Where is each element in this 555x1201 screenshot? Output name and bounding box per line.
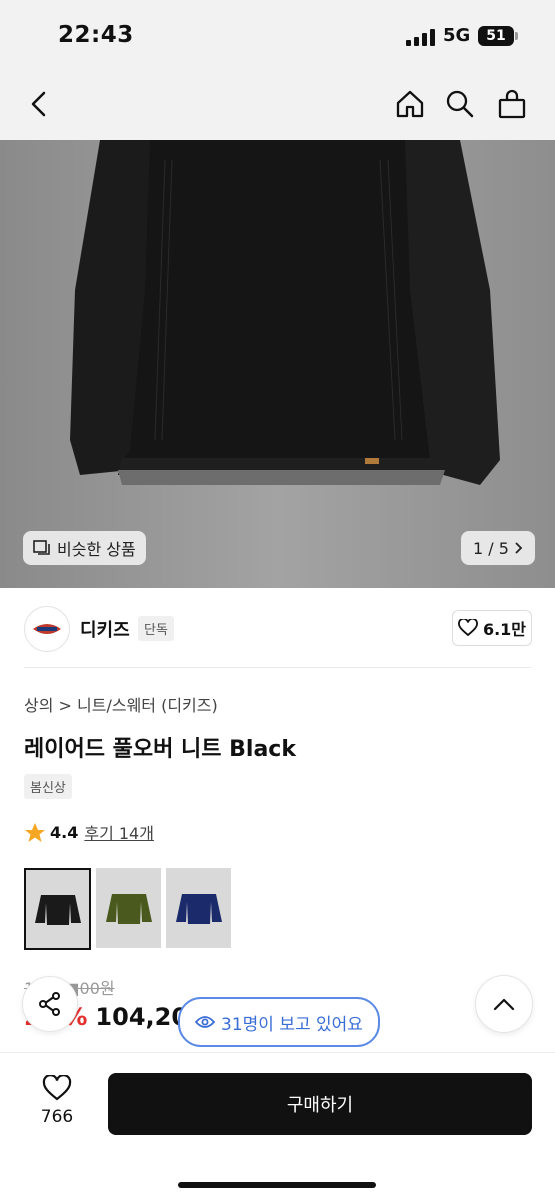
breadcrumb[interactable]: 상의 > 니트/스웨터 (디키즈) [24,692,218,716]
color-options [24,868,231,950]
dickies-logo-icon [33,624,61,634]
share-button[interactable] [22,976,78,1032]
chevron-right-icon [515,542,523,554]
shopping-bag-icon[interactable] [492,84,532,124]
battery-tip [515,32,518,40]
signal-icon [406,29,436,46]
network-type: 5G [443,25,471,46]
color-option-olive[interactable] [96,868,161,948]
search-icon[interactable] [440,84,480,124]
status-bar: 22:43 5G 51 [0,0,555,70]
wishlist-count: 766 [40,1107,74,1127]
buy-button[interactable]: 구매하기 [108,1073,532,1135]
product-title: 레이어드 풀오버 니트 Black [24,737,296,762]
viewers-badge: 31명이 보고 있어요 [178,997,380,1047]
scroll-top-button[interactable] [475,975,533,1033]
back-icon[interactable] [20,84,60,124]
bottom-action-bar: 766 구매하기 [0,1052,555,1201]
wishlist-button[interactable]: 766 [22,1074,92,1127]
top-nav [0,70,555,140]
color-option-navy[interactable] [166,868,231,948]
eye-icon [195,1016,216,1028]
sweater-navy-icon [175,894,222,924]
brand-name[interactable]: 디키즈 [80,616,130,642]
brand-like-count: 6.1만 [482,620,527,639]
battery-icon: 51 [478,26,514,46]
star-icon [25,822,45,842]
review-link[interactable]: 후기 14개 [84,820,154,844]
sweater-black-icon [34,895,81,925]
home-icon[interactable] [390,84,430,124]
image-counter[interactable]: 1 / 5 [461,531,535,565]
image-counter-text: 1 / 5 [473,538,509,558]
share-icon [39,992,60,1016]
home-indicator [178,1182,376,1188]
heart-icon [458,619,478,637]
sweater-illustration [0,140,555,588]
rating-row: 4.4 후기 14개 [24,820,154,844]
similar-products-button[interactable]: 비슷한 상품 [23,531,146,565]
exclusive-badge: 단독 [138,616,174,641]
rating-value: 4.4 [50,822,79,842]
season-badge: 봄신상 [24,774,72,799]
brand-row: 디키즈 단독 6.1만 [0,600,555,660]
brand-like-button[interactable]: 6.1만 [452,610,532,646]
divider [24,667,531,668]
brand-logo[interactable] [24,606,70,652]
layers-icon [33,540,50,555]
color-option-black[interactable] [24,868,91,950]
heart-icon [42,1074,72,1101]
chevron-up-icon [493,998,515,1011]
sweater-olive-icon [105,894,152,924]
product-image[interactable]: 비슷한 상품 1 / 5 [0,140,555,588]
status-time: 22:43 [58,22,134,48]
viewers-text: 31명이 보고 있어요 [221,1014,363,1035]
similar-products-label: 비슷한 상품 [57,540,136,559]
